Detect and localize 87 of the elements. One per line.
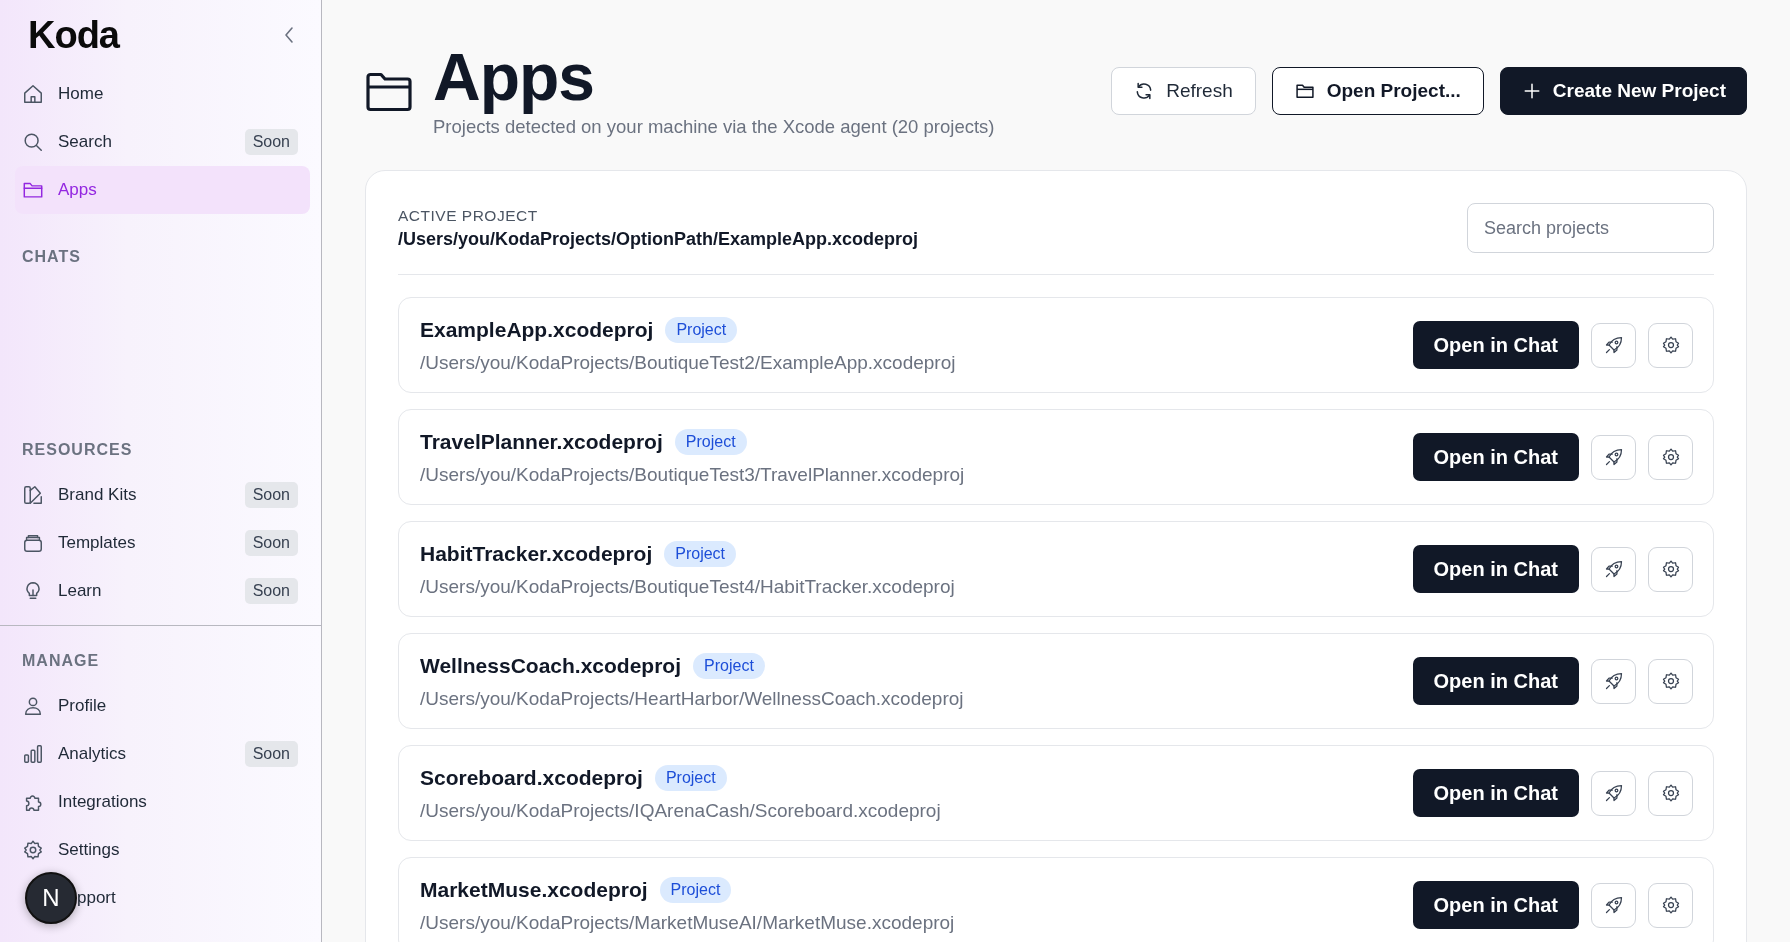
project-path: /Users/you/KodaProjects/BoutiqueTest4/HabitTracker.xcodeproj [420, 575, 956, 598]
refresh-button[interactable]: Refresh [1111, 67, 1256, 115]
sidebar-item[interactable]: Templates Soon [15, 519, 310, 567]
section-heading: MANAGE [22, 651, 101, 671]
project-path: /Users/you/KodaProjects/IQArenaCash/Scoreboard.xcodeproj [420, 799, 942, 822]
soon-badge: Soon [244, 530, 298, 556]
sidebar-item[interactable]: pport [77, 874, 310, 922]
project-tag: Project [693, 652, 765, 679]
project-path: /Users/you/KodaProjects/BoutiqueTest3/TravelPlanner.xcodeproj [420, 463, 966, 486]
project-name: TravelPlanner.xcodeproj [420, 429, 663, 454]
project-name: WellnessCoach.xcodeproj [420, 653, 682, 678]
sidebar-item[interactable]: Profile [15, 682, 310, 730]
project-name: ExampleApp.xcodeproj [420, 317, 654, 342]
settings-icon [1660, 447, 1681, 467]
soon-badge: Soon [244, 482, 298, 508]
rocket-icon [1603, 447, 1624, 467]
search-icon [22, 131, 44, 153]
soon-badge: Soon [244, 741, 298, 767]
project-tag: Project [664, 540, 737, 567]
active-project-label: ACTIVE PROJECT [398, 206, 539, 225]
soon-badge: Soon [244, 129, 298, 155]
project-path: /Users/you/KodaProjects/MarketMuseAI/MarketMuse.xcodeproj [420, 911, 956, 934]
open-in-chat-button[interactable]: Open in Chat [1412, 433, 1579, 481]
settings-button[interactable] [1648, 322, 1693, 368]
folder-icon [365, 72, 413, 112]
sidebar-item[interactable]: Integrations [15, 778, 310, 826]
sidebar-item[interactable]: Learn Soon [15, 567, 310, 615]
project-name: MarketMuse.xcodeproj [420, 877, 648, 902]
settings-button[interactable] [1648, 546, 1693, 592]
rocket-icon [1603, 783, 1624, 803]
project-path: /Users/you/KodaProjects/HeartHarbor/WellnessCoach.xcodeproj [420, 687, 965, 710]
settings-icon [1660, 783, 1681, 803]
open-in-chat-button[interactable]: Open in Chat [1412, 881, 1579, 929]
user-avatar[interactable]: N [25, 872, 77, 924]
settings-icon [22, 839, 44, 861]
home-icon [22, 83, 44, 105]
open-project-button[interactable]: Open Project... [1271, 67, 1484, 115]
plus-icon [1522, 82, 1541, 100]
open-in-chat-button[interactable]: Open in Chat [1412, 321, 1579, 369]
launch-button[interactable] [1591, 770, 1636, 816]
rocket-icon [1603, 335, 1624, 355]
launch-button[interactable] [1591, 882, 1636, 928]
collapse-icon[interactable] [283, 25, 295, 45]
user-icon [22, 695, 44, 717]
launch-button[interactable] [1591, 658, 1636, 704]
soon-badge: Soon [244, 578, 298, 604]
rocket-icon [1603, 895, 1624, 915]
settings-button[interactable] [1648, 882, 1693, 928]
settings-button[interactable] [1648, 658, 1693, 704]
settings-icon [1660, 895, 1681, 915]
open-in-chat-button[interactable]: Open in Chat [1412, 657, 1579, 705]
open-in-chat-button[interactable]: Open in Chat [1412, 769, 1579, 817]
project-tag: Project [654, 764, 727, 791]
sidebar-item[interactable]: Brand Kits Soon [15, 471, 310, 519]
settings-icon [1660, 335, 1681, 355]
settings-button[interactable] [1648, 434, 1693, 480]
launch-button[interactable] [1591, 322, 1636, 368]
sidebar-item[interactable]: Analytics Soon [15, 730, 310, 778]
section-heading: RESOURCES [22, 440, 134, 460]
project-name: HabitTracker.xcodeproj [420, 541, 653, 566]
sidebar-item[interactable]: Home [15, 70, 310, 118]
stack-icon [22, 532, 44, 554]
open-in-chat-button[interactable]: Open in Chat [1412, 545, 1579, 593]
page-subtitle: Projects detected on your machine via the Xcode agent (20 projects) [433, 116, 996, 138]
search-field[interactable]: Search projects [1467, 203, 1714, 253]
koda-logo: Koda [28, 13, 119, 57]
rocket-icon [1603, 559, 1624, 579]
active-project-path: /Users/you/KodaProjects/OptionPath/ExampleApp.xcodeproj [398, 228, 919, 250]
folder-icon [1294, 81, 1315, 101]
bar-chart-icon [22, 743, 44, 765]
launch-button[interactable] [1591, 546, 1636, 592]
project-tag: Project [674, 428, 747, 455]
launch-button[interactable] [1591, 434, 1636, 480]
project-tag: Project [659, 876, 732, 903]
palette-icon [22, 484, 44, 506]
create-project-button[interactable]: Create New Project [1499, 67, 1747, 115]
settings-button[interactable] [1648, 770, 1693, 816]
settings-icon [1660, 559, 1681, 579]
rocket-icon [1603, 671, 1624, 691]
project-name: Scoreboard.xcodeproj [420, 765, 643, 790]
project-tag: Project [665, 316, 738, 343]
section-heading: CHATS [22, 247, 82, 267]
sidebar-item[interactable]: Settings [15, 826, 310, 874]
sidebar-item[interactable]: Apps [15, 166, 310, 214]
sidebar-item[interactable]: Search Soon [15, 118, 310, 166]
project-path: /Users/you/KodaProjects/BoutiqueTest2/ExampleApp.xcodeproj [420, 351, 957, 374]
settings-icon [1660, 671, 1681, 691]
